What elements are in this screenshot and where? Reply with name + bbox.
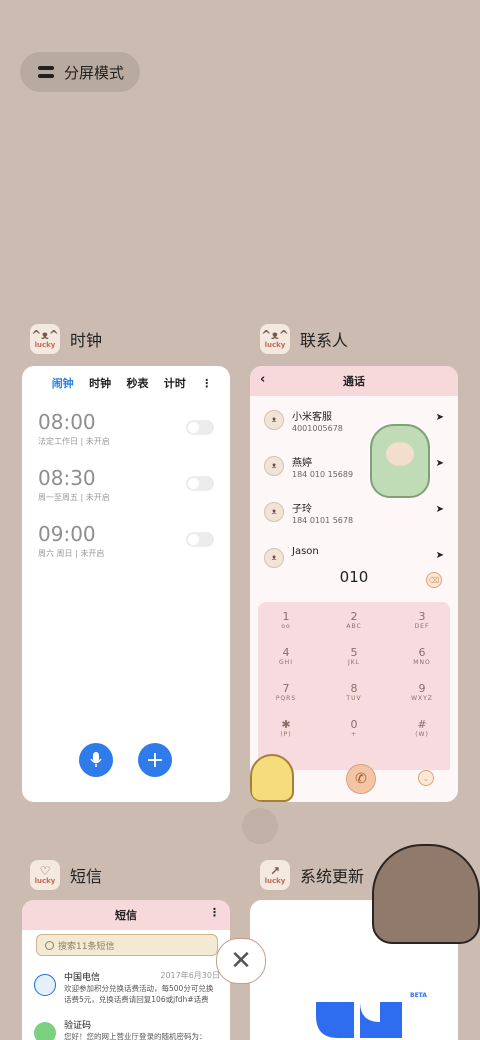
mic-icon [90,752,102,767]
close-all-button[interactable]: ✕ [216,938,266,984]
alarm-item[interactable]: 08:00 法定工作日 | 未开启 [38,410,214,450]
phone-icon: ✆ [355,771,367,787]
sms-app-card[interactable]: 短信 ⋮ 搜索11条短信 中国电信 2017年6月30日 欢迎参加积分兑换话费活… [22,900,230,1040]
verification-code-icon [34,1022,56,1040]
alarm-repeat: 周一至周五 | 未开启 [38,493,110,502]
key-4[interactable]: 4 GHI [266,646,306,666]
key-7[interactable]: 7 PQRS [266,682,306,702]
key-9[interactable]: 9 WXYZ [402,682,442,702]
key-3[interactable]: 3 DEF [402,610,442,630]
contact-row[interactable]: ᴥ 子玲 184 0101 5678 ➤ [264,500,444,536]
more-options-icon[interactable]: ⋮ [209,906,220,919]
arrow-right-icon[interactable]: ➤ [436,458,444,469]
update-app-icon: ↗ lucky [260,860,290,890]
contact-avatar: ᴥ [264,410,284,430]
message-sender: 中国电信 [64,973,101,983]
dog-sticker [250,754,294,802]
key-2[interactable]: 2 ABC [334,610,374,630]
alarm-item[interactable]: 09:00 周六 周日 | 未开启 [38,522,214,562]
sms-search-input[interactable]: 搜索11条短信 [36,934,218,956]
tab-clock[interactable]: 时钟 [89,375,111,391]
message-preview: 欢迎参加积分兑换话费活动，每500分可兑换话费5元，兑换话费请回复106或jfd… [64,984,214,1004]
miui-beta-logo [314,998,406,1038]
contact-row[interactable]: ᴥ 小米客服 4001005678 ➤ [264,408,444,444]
china-telecom-icon [34,974,56,996]
alarm-toggle[interactable] [186,476,214,491]
key-5[interactable]: 5 JKL [334,646,374,666]
dial-keypad: 1 oo 2 ABC 3 DEF 4 GHI 5 JKL 6 MNO 7 PQRS 8 TUV … [258,602,450,794]
call-button[interactable]: ✆ [346,764,376,794]
back-icon[interactable]: ‹ [260,372,265,387]
contacts-top-bar: ‹ 通话 [250,366,458,396]
tab-timer[interactable]: 计时 [164,375,186,391]
sms-bar-title: 短信 [115,909,137,922]
clock-app-header: ^ᴥ^ lucky 时钟 [30,324,102,354]
delete-digit-icon[interactable]: ⌫ [426,572,442,588]
contact-name: 燕婷 [292,458,312,469]
paw-print-decoration [242,808,278,844]
message-row[interactable]: 验证码 您好！您的网上营业厅登录的随机密码为： [34,1018,220,1040]
key-0[interactable]: 0 + [334,718,374,738]
update-app-header: ↗ lucky 系统更新 [260,860,364,890]
alarm-repeat: 周六 周日 | 未开启 [38,549,105,558]
tab-stopwatch[interactable]: 秒表 [126,375,148,391]
contact-avatar: ᴥ [264,456,284,476]
contact-number: 184 010 15689 [292,470,354,479]
more-options-icon[interactable]: ⋮ [201,377,212,390]
key-hash[interactable]: # (W) [402,718,442,738]
sms-app-title: 短信 [70,867,103,886]
bear-sticker [372,844,480,944]
contacts-app-title: 联系人 [300,331,349,350]
message-preview: 您好！您的网上营业厅登录的随机密码为： [64,1032,207,1040]
add-alarm-button[interactable]: + [138,743,172,777]
message-date: 2017年6月30日 [160,971,220,980]
key-8[interactable]: 8 TUV [334,682,374,702]
contact-avatar: ᴥ [264,548,284,568]
arrow-right-icon[interactable]: ➤ [436,550,444,561]
plus-icon: + [145,747,165,773]
collapse-keypad-icon[interactable]: ⌄ [418,770,434,786]
contacts-app-header: ^ᴥ^ lucky 联系人 [260,324,348,354]
contact-name: Jason [292,546,319,557]
close-icon: ✕ [230,946,252,976]
message-sender: 验证码 [64,1021,92,1031]
contact-name: 子玲 [292,504,312,515]
contact-avatar: ᴥ [264,502,284,522]
key-1[interactable]: 1 oo [266,610,306,630]
split-screen-icon [38,66,54,78]
key-star[interactable]: ✱ (P) [266,718,306,738]
tab-alarm[interactable]: 闹钟 [52,375,74,391]
alarm-repeat: 法定工作日 | 未开启 [38,437,110,446]
clock-app-card[interactable]: 闹钟 时钟 秒表 计时 ⋮ 08:00 法定工作日 | 未开启 08:30 周一… [22,366,230,802]
contact-row[interactable]: ᴥ 燕婷 184 010 15689 ➤ [264,454,444,490]
alarm-toggle[interactable] [186,532,214,547]
sms-app-header: ♡ lucky 短信 [30,860,102,890]
clock-tabs: 闹钟 时钟 秒表 计时 ⋮ [22,366,230,391]
split-mode-button[interactable]: 分屏模式 [20,52,140,92]
message-row[interactable]: 中国电信 2017年6月30日 欢迎参加积分兑换话费活动，每500分可兑换话费5… [34,970,220,1010]
split-mode-label: 分屏模式 [64,63,125,82]
arrow-right-icon[interactable]: ➤ [436,412,444,423]
update-app-title: 系统更新 [300,867,365,886]
contact-name: 小米客服 [292,412,332,423]
arrow-right-icon[interactable]: ➤ [436,504,444,515]
alarm-item[interactable]: 08:30 周一至周五 | 未开启 [38,466,214,506]
contacts-app-icon: ^ᴥ^ lucky [260,324,290,354]
sms-app-icon: ♡ lucky [30,860,60,890]
contacts-app-card[interactable]: ‹ 通话 ᴥ 小米客服 4001005678 ➤ ᴥ 燕婷 184 010 15… [250,366,458,802]
clock-app-title: 时钟 [70,331,103,350]
contact-number: 4001005678 [292,424,343,433]
search-icon [45,940,54,950]
contacts-bar-title: 通话 [343,375,365,388]
beta-badge: BETA [410,992,427,999]
search-placeholder: 搜索11条短信 [58,941,115,952]
clock-app-icon: ^ᴥ^ lucky [30,324,60,354]
key-6[interactable]: 6 MNO [402,646,442,666]
sms-top-bar: 短信 ⋮ [22,900,230,930]
voice-alarm-button[interactable] [79,743,113,777]
contact-number: 184 0101 5678 [292,516,354,525]
alarm-toggle[interactable] [186,420,214,435]
